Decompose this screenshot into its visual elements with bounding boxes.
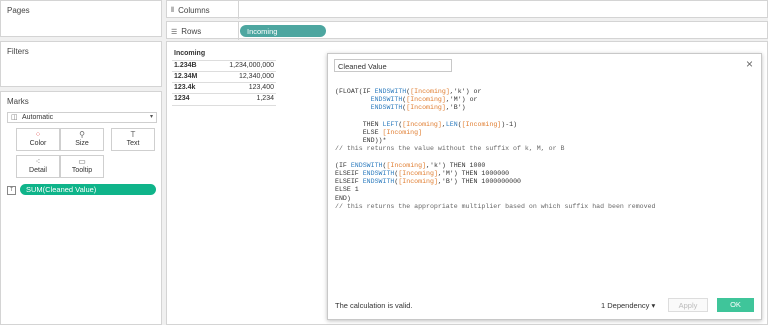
row-label: 1.234B xyxy=(174,62,197,69)
calculation-name-field[interactable]: Cleaned Value xyxy=(334,59,452,72)
detail-button[interactable]: ⁖ Detail xyxy=(16,155,60,178)
row-label: 123.4k xyxy=(174,84,196,91)
text-label: Text xyxy=(126,140,140,147)
table-header: Incoming xyxy=(174,50,206,57)
calculation-name: Cleaned Value xyxy=(338,62,387,71)
tooltip-icon: ▭ xyxy=(78,157,86,166)
color-label: Color xyxy=(29,140,47,147)
row-value: 12,340,000 xyxy=(238,73,274,80)
tooltip-button[interactable]: ▭ Tooltip xyxy=(60,155,104,178)
code-line: END))* xyxy=(335,137,387,145)
pages-card: Pages xyxy=(0,0,162,37)
ok-label: OK xyxy=(730,300,741,309)
apply-button[interactable]: Apply xyxy=(668,298,708,312)
row-label: 1234 xyxy=(174,95,190,102)
marks-card: Marks ◫ Automatic ▾ ⁘ Color ⚲ Size T Tex… xyxy=(0,91,162,325)
rows-shelf-label: ☰ Rows xyxy=(171,27,201,36)
filters-title: Filters xyxy=(7,47,29,56)
pages-title: Pages xyxy=(7,6,30,15)
ok-button[interactable]: OK xyxy=(717,298,754,312)
code-line: ELSEIF ENDSWITH([Incoming],'M') THEN 100… xyxy=(335,170,510,178)
marks-title: Marks xyxy=(7,97,29,106)
code-line: ELSE 1 xyxy=(335,186,359,194)
chevron-down-icon: ▾ xyxy=(149,114,153,120)
formula-editor[interactable]: (FLOAT(IF ENDSWITH([Incoming],'k') or EN… xyxy=(335,88,755,298)
code-line: ENDSWITH([Incoming],'B') xyxy=(370,104,466,112)
columns-shelf[interactable]: ⦀ Columns xyxy=(166,0,768,19)
calculation-dialog: Cleaned Value × (FLOAT(IF ENDSWITH([Inco… xyxy=(327,53,762,320)
columns-icon: ⦀ xyxy=(171,6,175,14)
text-icon: T xyxy=(130,130,136,139)
mark-type-label: Automatic xyxy=(22,114,54,121)
incoming-rows-pill[interactable]: Incoming xyxy=(240,25,326,37)
shelf-divider xyxy=(238,1,239,19)
mark-type-icon: ◫ xyxy=(11,114,18,121)
size-button[interactable]: ⚲ Size xyxy=(60,128,104,151)
sum-cleaned-value-pill[interactable]: SUM(Cleaned Value) xyxy=(20,184,156,195)
color-button[interactable]: ⁘ Color xyxy=(16,128,60,151)
code-line: (IF ENDSWITH([Incoming],'k') THEN 1000 xyxy=(335,161,486,169)
text-mark-type-icon: T xyxy=(7,186,16,195)
rows-shelf[interactable]: ☰ Rows Incoming xyxy=(166,21,768,40)
tooltip-label: Tooltip xyxy=(71,167,93,174)
detail-label: Detail xyxy=(29,167,47,174)
code-line: (FLOAT(IF ENDSWITH([Incoming],'k') or xyxy=(335,88,482,95)
columns-label: Columns xyxy=(178,6,210,15)
table-row[interactable]: 1234 1,234 xyxy=(172,93,276,106)
code-comment: // this returns the value without the su… xyxy=(335,145,565,153)
code-line: ELSE [Incoming] xyxy=(335,129,423,137)
filters-card[interactable]: Filters xyxy=(0,41,162,87)
close-icon[interactable]: × xyxy=(746,57,753,71)
detail-icon: ⁖ xyxy=(35,157,41,166)
mark-type-dropdown[interactable]: ◫ Automatic ▾ xyxy=(7,112,157,123)
row-value: 1,234,000,000 xyxy=(229,62,274,69)
row-value: 123,400 xyxy=(248,84,274,91)
apply-label: Apply xyxy=(678,301,698,310)
rows-label: Rows xyxy=(181,27,202,36)
code-line: ENDSWITH([Incoming],'M') or xyxy=(370,96,478,104)
row-label: 12.34M xyxy=(174,73,198,80)
validation-status: The calculation is valid. xyxy=(335,301,413,310)
code-comment: // this returns the appropriate multipli… xyxy=(335,202,656,210)
dependency-dropdown[interactable]: 1 Dependency ▾ xyxy=(601,301,655,310)
rows-icon: ☰ xyxy=(171,28,178,36)
shelf-divider xyxy=(238,22,239,40)
size-icon: ⚲ xyxy=(79,130,85,139)
text-button[interactable]: T Text xyxy=(111,128,155,151)
size-label: Size xyxy=(75,140,89,147)
code-line: ELSEIF ENDSWITH([Incoming],'B') THEN 100… xyxy=(335,178,522,186)
code-line: END) xyxy=(335,194,351,202)
row-value: 1,234 xyxy=(256,95,274,102)
columns-shelf-label: ⦀ Columns xyxy=(171,6,210,15)
color-dots-icon: ⁘ xyxy=(34,130,42,139)
code-line: THEN LEFT([Incoming],LEN([Incoming])-1) xyxy=(335,120,518,128)
